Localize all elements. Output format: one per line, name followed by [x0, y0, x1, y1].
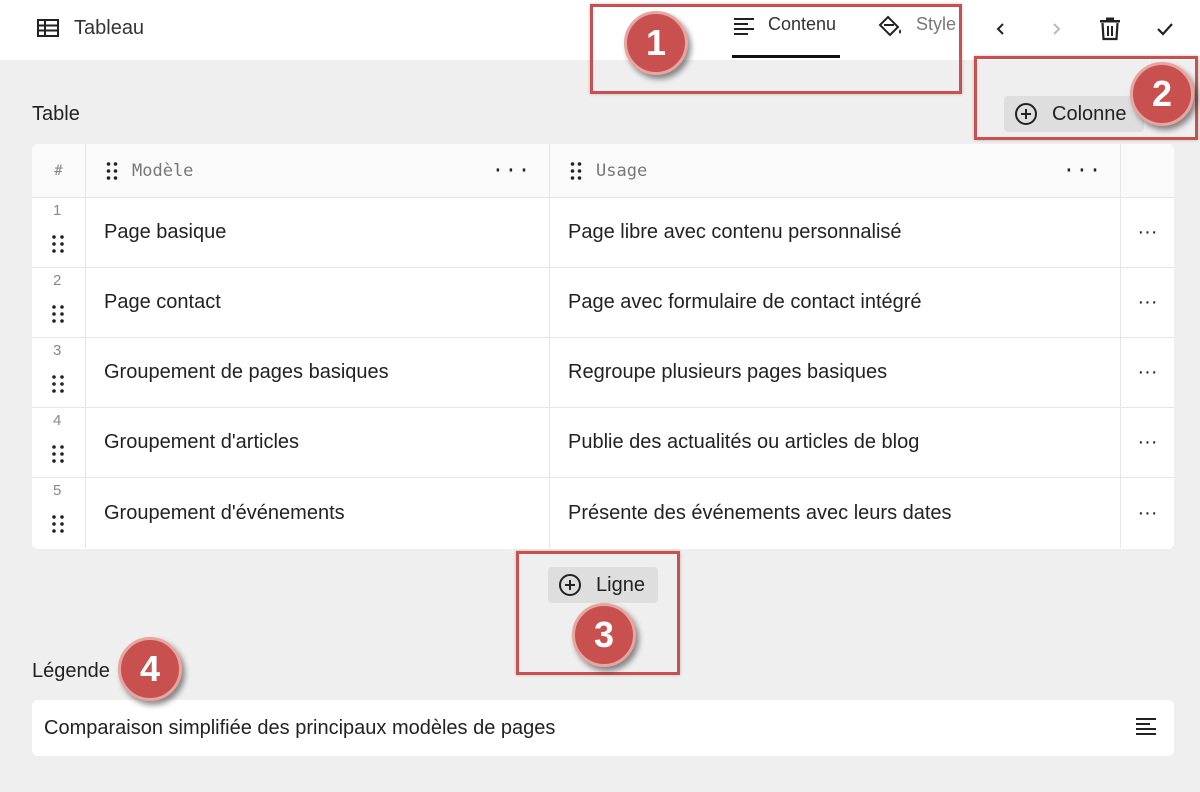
caption-value: Comparaison simplifiée des principaux mo… [44, 716, 556, 739]
table-header: # Modèle ··· Usage ··· [32, 144, 1174, 198]
cell-modele[interactable]: Groupement d'articles [86, 408, 550, 477]
cell-usage[interactable]: Page libre avec contenu personnalisé [550, 198, 1121, 267]
data-table: # Modèle ··· Usage ··· 1 Page basique Pa… [32, 144, 1174, 549]
column-header-modele[interactable]: Modèle ··· [86, 144, 550, 197]
row-number: 4 [53, 412, 62, 429]
table-row: 4 Groupement d'articles Publie des actua… [32, 408, 1174, 478]
table-row: 1 Page basique Page libre avec contenu p… [32, 198, 1174, 268]
column-header-usage[interactable]: Usage ··· [550, 144, 1121, 197]
drag-handle-icon[interactable] [51, 514, 65, 534]
cell-usage[interactable]: Regroupe plusieurs pages basiques [550, 338, 1121, 407]
panel-title: Tableau [74, 16, 145, 39]
row-number: 1 [53, 202, 62, 219]
table-icon [37, 19, 59, 37]
cell-modele[interactable]: Groupement de pages basiques [86, 338, 550, 407]
annotation-badge-1: 1 [624, 11, 688, 75]
row-number: 2 [53, 272, 62, 289]
previous-button[interactable] [988, 16, 1014, 42]
chevron-left-icon [996, 23, 1004, 35]
cell-modele[interactable]: Page basique [86, 198, 550, 267]
row-menu-button[interactable]: ··· [1121, 338, 1174, 407]
text-align-icon[interactable] [1134, 716, 1158, 738]
drag-handle-icon[interactable] [51, 444, 65, 464]
title-wrap: Tableau [36, 16, 144, 40]
trash-icon [1100, 17, 1120, 41]
row-menu-button[interactable]: ··· [1121, 478, 1174, 548]
drag-handle-icon[interactable] [51, 374, 65, 394]
column-menu-button[interactable]: ··· [1063, 158, 1102, 182]
drag-handle-icon[interactable] [51, 234, 65, 254]
caption-section-label: Légende [32, 660, 110, 682]
row-index-cell: 1 [32, 198, 86, 267]
annotation-badge-3: 3 [572, 603, 636, 667]
annotation-badge-4: 4 [118, 637, 182, 701]
row-index-cell: 5 [32, 478, 86, 548]
confirm-button[interactable] [1152, 16, 1178, 42]
table-row: 5 Groupement d'événements Présente des é… [32, 478, 1174, 548]
cell-modele[interactable]: Groupement d'événements [86, 478, 550, 548]
cell-usage[interactable]: Page avec formulaire de contact intégré [550, 268, 1121, 337]
row-number: 5 [53, 482, 62, 499]
cell-usage[interactable]: Publie des actualités ou articles de blo… [550, 408, 1121, 477]
row-index-cell: 2 [32, 268, 86, 337]
table-section-label: Table [32, 103, 80, 125]
column-menu-button[interactable]: ··· [492, 158, 531, 182]
cell-modele[interactable]: Page contact [86, 268, 550, 337]
header-spacer [1121, 144, 1174, 197]
row-menu-button[interactable]: ··· [1121, 268, 1174, 337]
column-header-usage-label: Usage [596, 160, 648, 181]
column-header-modele-label: Modèle [132, 160, 194, 181]
next-button[interactable] [1043, 16, 1069, 42]
row-menu-button[interactable]: ··· [1121, 408, 1174, 477]
drag-handle-icon[interactable] [51, 304, 65, 324]
drag-handle-icon[interactable] [570, 161, 582, 181]
table-row: 3 Groupement de pages basiques Regroupe … [32, 338, 1174, 408]
row-number: 3 [53, 342, 62, 359]
cell-usage[interactable]: Présente des événements avec leurs dates [550, 478, 1121, 548]
row-menu-button[interactable]: ··· [1121, 198, 1174, 267]
check-icon [1157, 23, 1173, 36]
caption-input[interactable]: Comparaison simplifiée des principaux mo… [32, 700, 1174, 756]
table-row: 2 Page contact Page avec formulaire de c… [32, 268, 1174, 338]
drag-handle-icon[interactable] [106, 161, 118, 181]
row-index-cell: 4 [32, 408, 86, 477]
delete-button[interactable] [1097, 16, 1123, 42]
index-header: # [32, 144, 86, 197]
row-index-cell: 3 [32, 338, 86, 407]
chevron-right-icon [1053, 23, 1061, 35]
annotation-badge-2: 2 [1130, 62, 1194, 126]
